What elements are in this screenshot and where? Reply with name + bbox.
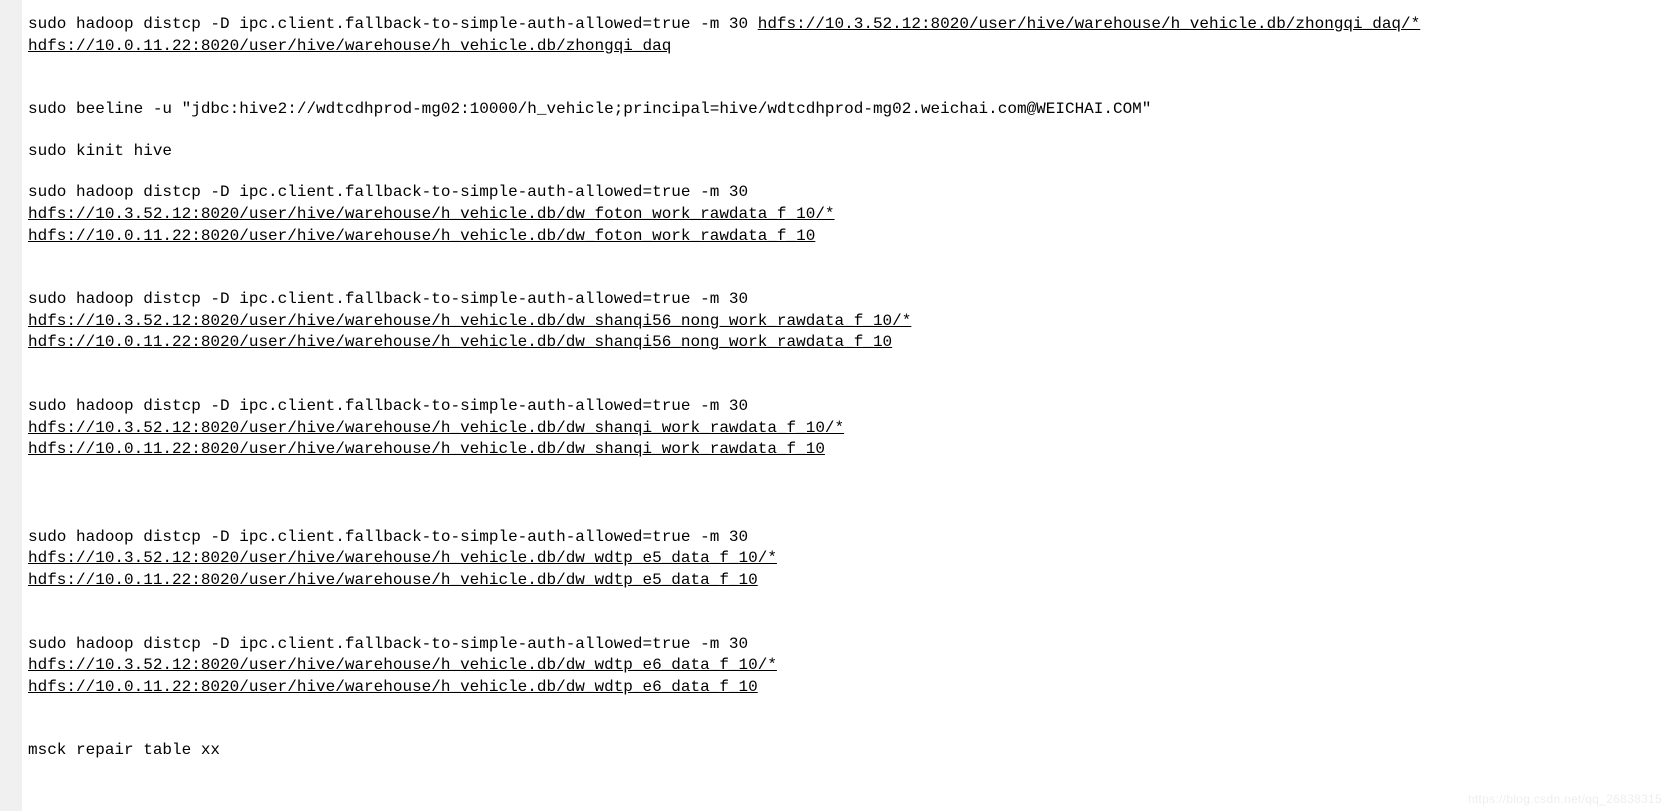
cmd-text: sudo hadoop distcp -D ipc.client.fallbac… (28, 182, 1668, 204)
beeline-line: sudo beeline -u "jdbc:hive2://wdtcdhprod… (28, 99, 1668, 121)
msck-line: msck repair table xx (28, 740, 1668, 762)
hdfs-src-link[interactable]: hdfs://10.3.52.12:8020/user/hive/warehou… (28, 205, 835, 223)
distcp-block-6: sudo hadoop distcp -D ipc.client.fallbac… (28, 634, 1668, 699)
hdfs-src-link[interactable]: hdfs://10.3.52.12:8020/user/hive/warehou… (28, 549, 777, 567)
hdfs-src-link[interactable]: hdfs://10.3.52.12:8020/user/hive/warehou… (28, 312, 911, 330)
kinit-line: sudo kinit hive (28, 141, 1668, 163)
hdfs-dst-link[interactable]: hdfs://10.0.11.22:8020/user/hive/warehou… (28, 678, 758, 696)
cmd-text: sudo hadoop distcp -D ipc.client.fallbac… (28, 15, 758, 33)
distcp-block-2: sudo hadoop distcp -D ipc.client.fallbac… (28, 182, 1668, 247)
hdfs-src-link[interactable]: hdfs://10.3.52.12:8020/user/hive/warehou… (758, 15, 1421, 33)
hdfs-src-link[interactable]: hdfs://10.3.52.12:8020/user/hive/warehou… (28, 419, 844, 437)
cmd-text: sudo kinit hive (28, 141, 1668, 163)
hdfs-src-link[interactable]: hdfs://10.3.52.12:8020/user/hive/warehou… (28, 656, 777, 674)
cmd-text: msck repair table xx (28, 740, 1668, 762)
distcp-block-5: sudo hadoop distcp -D ipc.client.fallbac… (28, 527, 1668, 592)
hdfs-dst-link[interactable]: hdfs://10.0.11.22:8020/user/hive/warehou… (28, 333, 892, 351)
distcp-block-4: sudo hadoop distcp -D ipc.client.fallbac… (28, 396, 1668, 461)
watermark-text: https://blog.csdn.net/qq_26838315 (1468, 791, 1662, 807)
distcp-block-1: sudo hadoop distcp -D ipc.client.fallbac… (28, 14, 1668, 57)
hdfs-dst-link[interactable]: hdfs://10.0.11.22:8020/user/hive/warehou… (28, 227, 815, 245)
document-page: sudo hadoop distcp -D ipc.client.fallbac… (22, 0, 1674, 811)
hdfs-dst-link[interactable]: hdfs://10.0.11.22:8020/user/hive/warehou… (28, 571, 758, 589)
cmd-text: sudo beeline -u "jdbc:hive2://wdtcdhprod… (28, 99, 1668, 121)
hdfs-dst-link[interactable]: hdfs://10.0.11.22:8020/user/hive/warehou… (28, 440, 825, 458)
cmd-text: sudo hadoop distcp -D ipc.client.fallbac… (28, 396, 1668, 418)
hdfs-dst-link[interactable]: hdfs://10.0.11.22:8020/user/hive/warehou… (28, 37, 671, 55)
distcp-block-3: sudo hadoop distcp -D ipc.client.fallbac… (28, 289, 1668, 354)
cmd-text: sudo hadoop distcp -D ipc.client.fallbac… (28, 289, 1668, 311)
cmd-text: sudo hadoop distcp -D ipc.client.fallbac… (28, 527, 1668, 549)
cmd-text: sudo hadoop distcp -D ipc.client.fallbac… (28, 634, 1668, 656)
